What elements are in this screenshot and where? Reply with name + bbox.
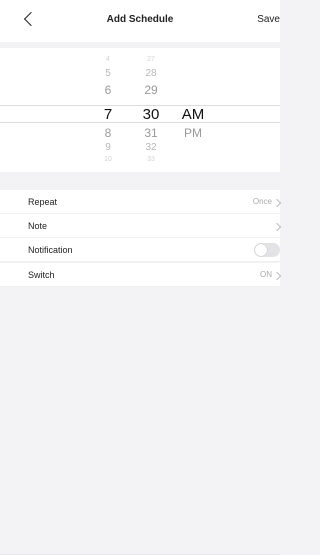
- minute-option[interactable]: 32: [136, 142, 166, 153]
- minute-option[interactable]: 27: [136, 56, 166, 63]
- chevron-right-icon: [272, 271, 282, 281]
- ampm-option[interactable]: PM: [178, 126, 208, 140]
- navigation-bar: Add Schedule Save: [0, 0, 280, 42]
- minute-option[interactable]: 29: [136, 83, 166, 97]
- minute-option-selected[interactable]: 30: [136, 106, 166, 123]
- chevron-right-icon: [272, 198, 282, 208]
- repeat-value: Once: [252, 197, 272, 206]
- save-button[interactable]: Save: [257, 14, 280, 25]
- note-label: Note: [28, 221, 48, 231]
- hour-wheel[interactable]: 4 5 6 7 8 9 10: [93, 48, 123, 172]
- switch-row[interactable]: Switch ON: [0, 263, 282, 287]
- schedule-settings-list: Repeat Once Note Notification: [0, 190, 282, 262]
- hour-option[interactable]: 8: [93, 126, 123, 140]
- switch-label: Switch: [28, 270, 55, 280]
- hour-option[interactable]: 6: [93, 83, 123, 97]
- minute-wheel[interactable]: 27 28 29 30 31 32 33: [136, 48, 166, 172]
- toggle-knob: [255, 244, 267, 256]
- ampm-option-selected[interactable]: AM: [178, 106, 208, 123]
- hour-option[interactable]: 5: [93, 68, 123, 79]
- hour-option[interactable]: 9: [93, 142, 123, 153]
- minute-option[interactable]: 31: [136, 126, 166, 140]
- chevron-right-icon: [272, 222, 282, 232]
- notification-row: Notification: [0, 238, 280, 262]
- notification-label: Notification: [28, 245, 73, 255]
- note-row[interactable]: Note: [0, 214, 282, 238]
- page-title: Add Schedule: [106, 14, 174, 25]
- notification-toggle[interactable]: [254, 243, 280, 257]
- time-picker[interactable]: 4 5 6 7 8 9 10 27 28 29 30 31 32 33 AM P…: [0, 48, 280, 172]
- minute-option[interactable]: 28: [136, 68, 166, 79]
- repeat-label: Repeat: [28, 197, 58, 207]
- hour-option[interactable]: 4: [93, 56, 123, 63]
- ampm-wheel[interactable]: AM PM: [178, 48, 208, 172]
- minute-option[interactable]: 33: [136, 156, 166, 163]
- repeat-row[interactable]: Repeat Once: [0, 190, 282, 214]
- hour-option-selected[interactable]: 7: [93, 106, 123, 123]
- switch-list: Switch ON: [0, 263, 282, 287]
- switch-value: ON: [260, 270, 272, 279]
- hour-option[interactable]: 10: [93, 156, 123, 163]
